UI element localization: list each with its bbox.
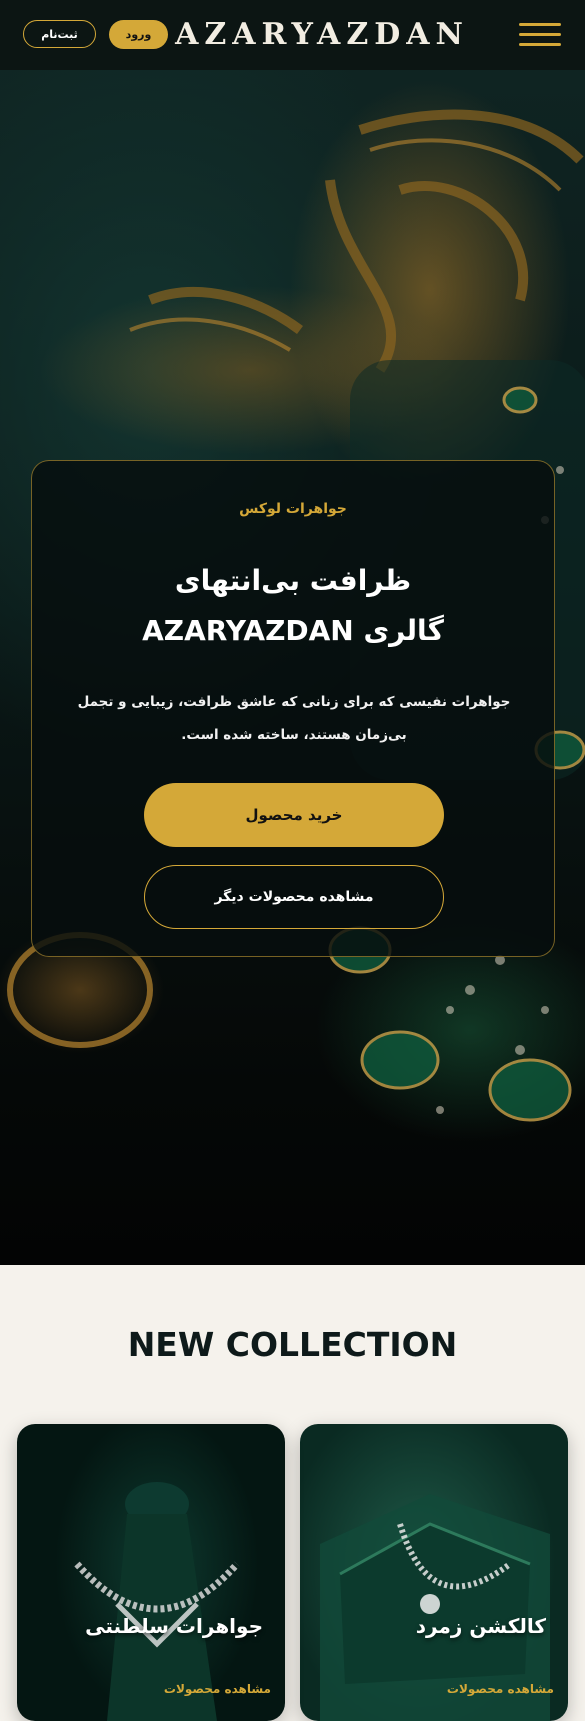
hero-card: جواهرات لوکس ظرافت بی‌انتهای گالری AZARY… <box>31 460 555 957</box>
emerald-necklace-image <box>320 1494 550 1721</box>
collection-card-royal[interactable]: جواهرات سلطنتی مشاهده محصولات <box>17 1424 285 1721</box>
card-view-products-link[interactable]: مشاهده محصولات <box>447 1682 554 1696</box>
collection-card-emerald[interactable]: کالکشن زمرد مشاهده محصولات <box>300 1424 568 1721</box>
card-view-products-link[interactable]: مشاهده محصولات <box>164 1682 271 1696</box>
hamburger-menu-icon[interactable] <box>519 21 563 49</box>
royal-necklace-image <box>74 1482 240 1721</box>
card-title: جواهرات سلطنتی <box>85 1614 263 1638</box>
view-more-products-button[interactable]: مشاهده محصولات دیگر <box>144 865 444 929</box>
signup-button[interactable]: ثبت‌نام <box>23 20 96 48</box>
hero-section: جواهرات لوکس ظرافت بی‌انتهای گالری AZARY… <box>0 70 585 1265</box>
login-button[interactable]: ورود <box>109 20 168 49</box>
hero-title-line2: گالری AZARYAZDAN <box>142 614 444 647</box>
site-logo[interactable]: AZARYAZDAN <box>175 14 463 54</box>
collection-title: NEW COLLECTION <box>127 1325 458 1364</box>
hero-description: جواهرات نفیسی که برای زنانی که عاشق ظراف… <box>77 694 511 743</box>
site-header: ثبت‌نام ورود AZARYAZDAN <box>0 0 585 70</box>
hero-eyebrow: جواهرات لوکس <box>239 501 347 517</box>
card-title: کالکشن زمرد <box>415 1614 546 1638</box>
hero-title: ظرافت بی‌انتهای گالری AZARYAZDAN <box>32 556 554 656</box>
hero-title-line1: ظرافت بی‌انتهای <box>174 564 412 597</box>
buy-product-button[interactable]: خرید محصول <box>144 783 444 847</box>
